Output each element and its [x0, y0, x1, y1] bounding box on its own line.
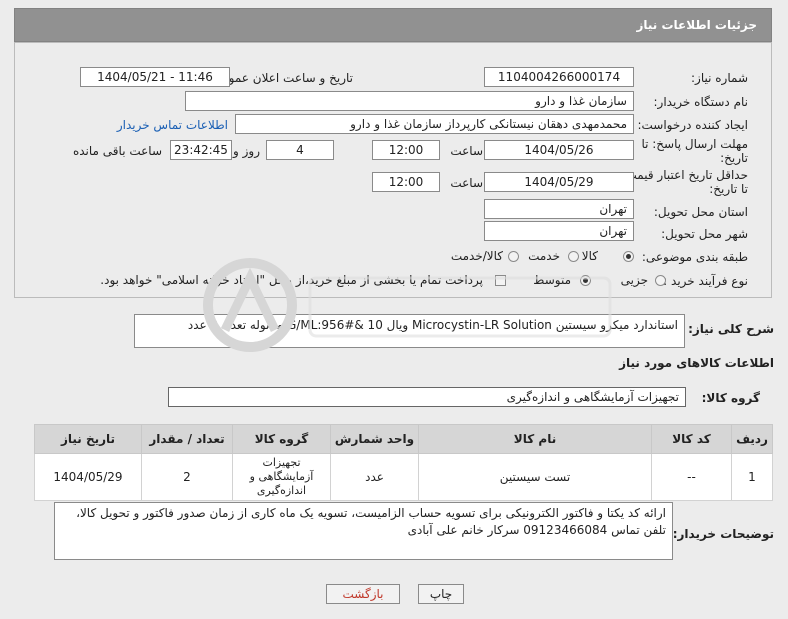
goods-section-title: اطلاعات کالاهای مورد نیاز [619, 356, 774, 370]
print-button[interactable]: چاپ [418, 584, 464, 604]
price-validity-label-2: تا تاریخ: [709, 182, 748, 196]
col-qty-header: تعداد / مقدار [141, 424, 233, 454]
process-option-medium: متوسط [533, 273, 571, 287]
buyer-notes-label: توضیحات خریدار: [672, 527, 774, 541]
payment-note: پرداخت تمام یا بخشی از مبلغ خرید،از محل … [100, 273, 483, 287]
process-radio-medium[interactable] [580, 275, 591, 286]
col-unit-header: واحد شمارش [330, 424, 419, 454]
buyer-org-field: سازمان غذا و دارو [185, 91, 634, 111]
deadline-label-2: تاریخ: [720, 151, 748, 165]
remaining-time-field: 23:42:45 [170, 140, 232, 160]
price-time-label: ساعت [450, 176, 483, 190]
table-row: 1 -- تست سیستین عدد تجهیزات آزمایشگاهی و… [34, 453, 773, 501]
category-option-goods-service: کالا/خدمت [450, 249, 503, 263]
price-time-field: 12:00 [372, 172, 440, 192]
cell-group: تجهیزات آزمایشگاهی و اندازه‌گیری [232, 453, 331, 501]
requester-label: ایجاد کننده درخواست: [637, 118, 748, 132]
deadline-date-field: 1404/05/26 [484, 140, 634, 160]
process-radio-minor[interactable] [655, 275, 666, 286]
announce-field: 1404/05/21 - 11:46 [80, 67, 230, 87]
col-group-header: گروه کالا [232, 424, 331, 454]
days-label: روز و [233, 144, 260, 158]
price-date-field: 1404/05/29 [484, 172, 634, 192]
goods-group-field: تجهیزات آزمایشگاهی و اندازه‌گیری [168, 387, 686, 407]
category-option-goods: کالا [581, 249, 598, 263]
requester-field: محمدمهدی دهقان نیستانکی کارپرداز سازمان … [235, 114, 634, 134]
cell-name: تست سیستین [418, 453, 652, 501]
price-validity-label: حداقل تاریخ اعتبار قیمت: [621, 168, 748, 182]
deadline-time-label: ساعت [450, 144, 483, 158]
category-radio-service[interactable] [568, 251, 579, 262]
category-option-service: خدمت [528, 249, 560, 263]
province-label: استان محل تحویل: [653, 205, 748, 219]
cell-row: 1 [731, 453, 773, 501]
city-field: تهران [484, 221, 634, 241]
province-field: تهران [484, 199, 634, 219]
cell-qty: 2 [141, 453, 233, 501]
cell-unit: عدد [330, 453, 419, 501]
buyer-contact-link[interactable]: اطلاعات تماس خریدار [117, 118, 228, 132]
col-code-header: کد کالا [651, 424, 732, 454]
buyer-org-label: نام دستگاه خریدار: [653, 95, 749, 109]
col-date-header: تاریخ نیاز [34, 424, 142, 454]
col-name-header: نام کالا [418, 424, 652, 454]
summary-label: شرح کلی نیاز: [688, 322, 774, 336]
payment-checkbox[interactable] [495, 275, 506, 286]
need-number-label: شماره نیاز: [691, 71, 748, 85]
buyer-notes-field: ارائه کد یکتا و فاکتور الکترونیکی برای ت… [54, 502, 673, 560]
category-label: طبقه بندی موضوعی: [641, 250, 748, 264]
days-field: 4 [266, 140, 334, 160]
goods-group-label: گروه کالا: [701, 391, 760, 405]
cell-code: -- [651, 453, 732, 501]
category-radio-goods-service[interactable] [508, 251, 519, 262]
page-title: جزئیات اطلاعات نیاز [636, 18, 757, 32]
process-option-minor: جزیی [620, 273, 648, 287]
cell-date: 1404/05/29 [34, 453, 142, 501]
page-header: جزئیات اطلاعات نیاز [14, 8, 772, 42]
deadline-label: مهلت ارسال پاسخ: تا [641, 137, 748, 151]
need-number-field: 1104004266000174 [484, 67, 634, 87]
deadline-time-field: 12:00 [372, 140, 440, 160]
back-button[interactable]: بازگشت [326, 584, 400, 604]
items-table: ردیف کد کالا نام کالا واحد شمارش گروه کا… [34, 424, 773, 501]
remaining-label: ساعت باقی مانده [72, 144, 162, 158]
category-radio-goods[interactable] [623, 251, 634, 262]
summary-field: استاندارد میکرو سیستین Microcystin-LR So… [134, 314, 685, 348]
city-label: شهر محل تحویل: [661, 227, 748, 241]
process-label: نوع فرآیند خرید : [663, 274, 748, 288]
col-row-header: ردیف [731, 424, 773, 454]
